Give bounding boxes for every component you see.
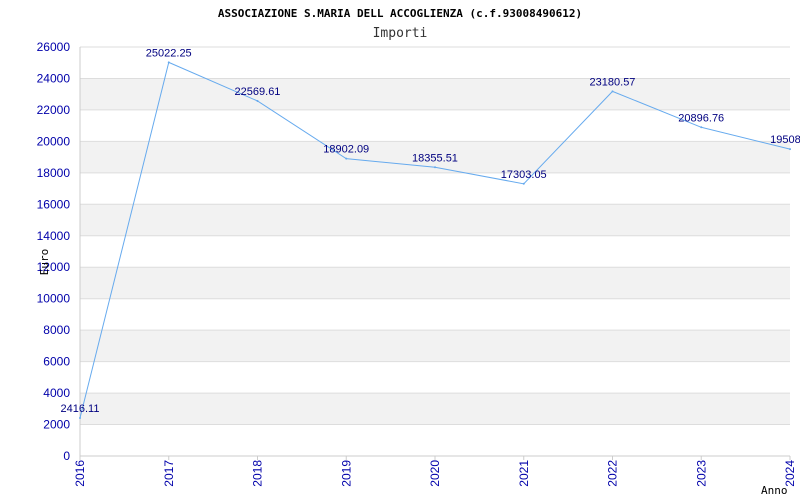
data-label: 2416.11: [61, 403, 100, 415]
data-label: 18902.09: [323, 144, 369, 156]
data-point: [789, 148, 791, 151]
y-tick-label: 2000: [43, 418, 70, 432]
data-label: 23180.57: [590, 76, 636, 88]
x-tick-label: 2021: [517, 460, 531, 487]
data-point: [522, 182, 525, 185]
x-tick-label: 2020: [428, 460, 442, 487]
x-tick-label: 2017: [162, 460, 176, 487]
x-tick-label: 2018: [251, 460, 265, 487]
y-tick-label: 0: [63, 449, 70, 463]
y-tick-label: 18000: [37, 166, 71, 180]
y-tick-label: 24000: [37, 71, 71, 85]
grid-band: [80, 204, 790, 236]
data-label: 25022.25: [146, 47, 192, 59]
y-tick-label: 10000: [37, 292, 71, 306]
y-tick-label: 4000: [43, 386, 70, 400]
y-tick-label: 22000: [37, 103, 71, 117]
x-tick-label: 2022: [606, 460, 620, 487]
y-axis-label: Euro: [38, 249, 51, 276]
x-tick-label: 2019: [339, 460, 353, 487]
chart: ASSOCIAZIONE S.MARIA DELL ACCOGLIENZA (c…: [37, 7, 800, 497]
y-tick-label: 8000: [43, 323, 70, 337]
data-point: [167, 61, 170, 64]
data-point: [434, 166, 436, 169]
grid-band: [80, 267, 790, 299]
y-tick-label: 20000: [37, 134, 71, 148]
grid-band: [80, 78, 790, 110]
grid-band: [80, 330, 790, 362]
y-tick-label: 16000: [37, 197, 71, 211]
grid-band: [80, 393, 790, 425]
data-point: [611, 90, 614, 93]
x-tick-label: 2024: [783, 460, 797, 487]
data-label: 18355.51: [412, 152, 458, 164]
y-tick-label: 14000: [37, 229, 71, 243]
chart-title: ASSOCIAZIONE S.MARIA DELL ACCOGLIENZA (c…: [218, 7, 582, 20]
data-point: [345, 157, 348, 160]
data-label: 19508.1: [770, 134, 800, 146]
y-tick-label: 6000: [43, 355, 70, 369]
data-point: [79, 416, 81, 419]
plot-area: 0200040006000800010000120001400016000180…: [37, 40, 800, 487]
chart-subtitle: Importi: [373, 26, 428, 41]
x-tick-label: 2023: [694, 460, 708, 487]
data-point: [700, 126, 703, 129]
data-label: 17303.05: [501, 169, 547, 181]
x-axis-label: Anno: [761, 484, 788, 497]
data-label: 20896.76: [678, 112, 724, 124]
x-tick-label: 2016: [73, 460, 87, 487]
data-point: [256, 99, 259, 102]
y-tick-label: 26000: [37, 40, 71, 54]
data-label: 22569.61: [235, 86, 281, 98]
